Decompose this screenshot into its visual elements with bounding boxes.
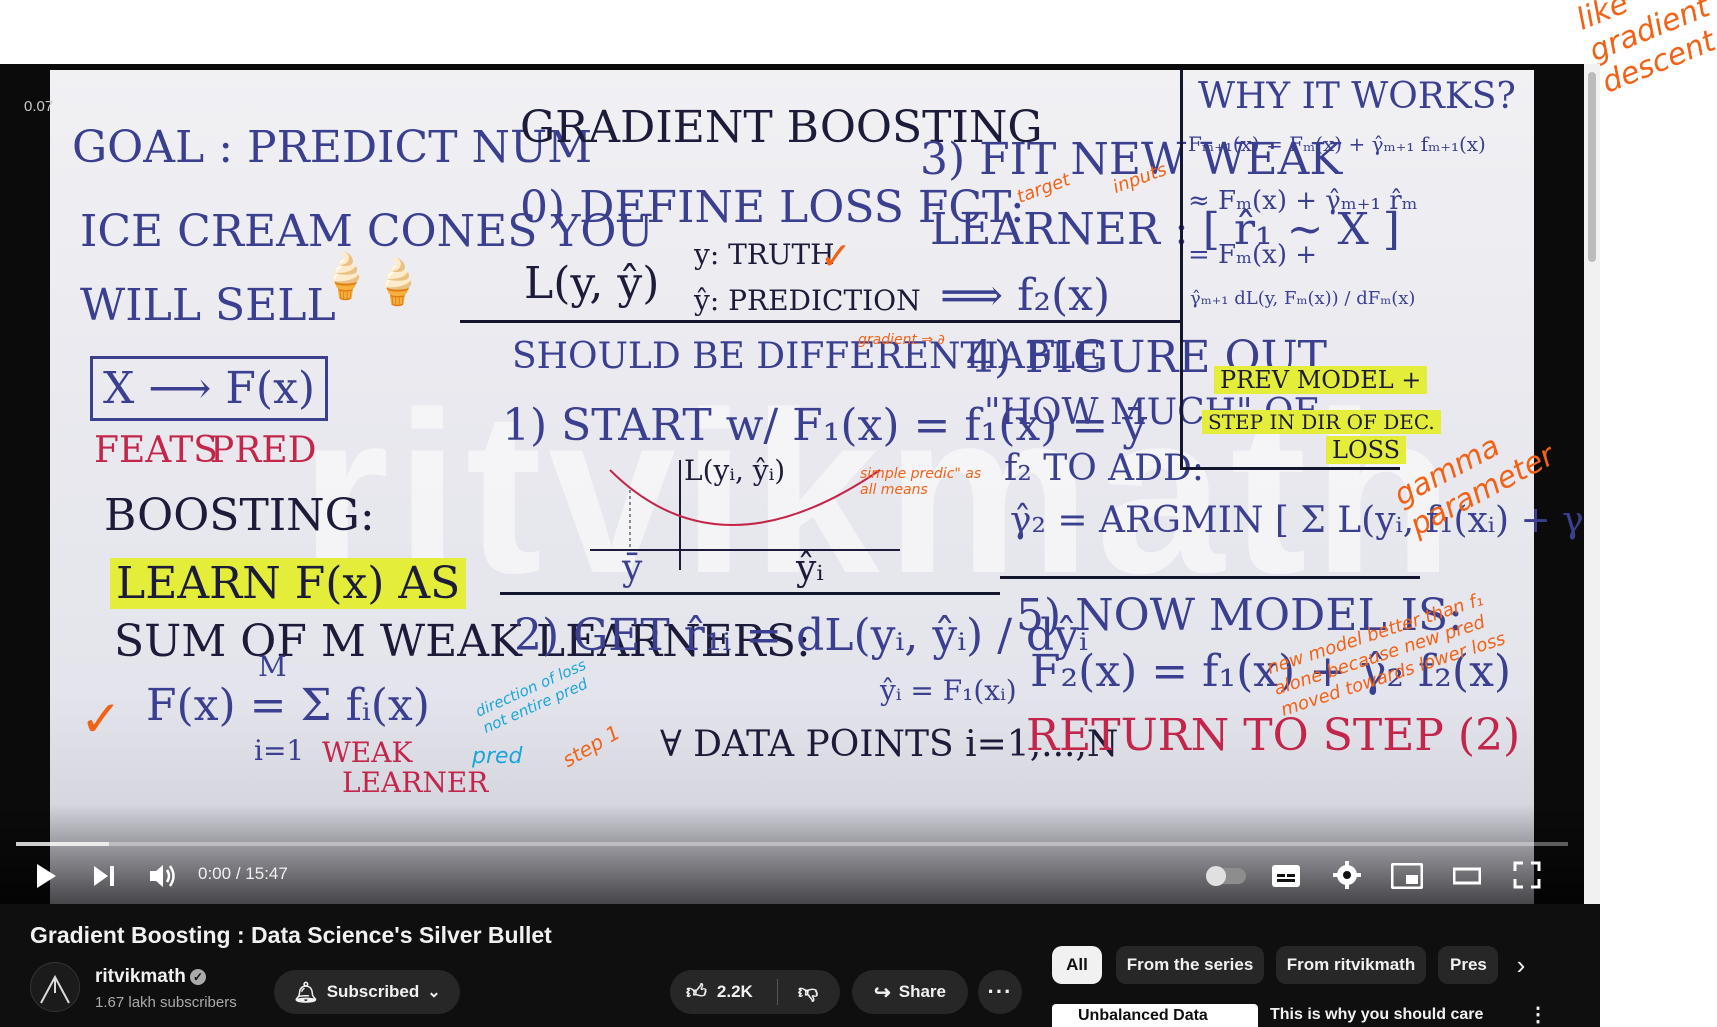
time-separator: / (235, 864, 241, 883)
wb-weak: WEAK (322, 736, 413, 769)
more-icon: ··· (987, 979, 1013, 1004)
check-mark-icon-2: ✓ (820, 234, 852, 278)
video-frame[interactable]: ritvikmath GOAL : PREDICT NUM ICE CREAM … (50, 70, 1584, 904)
ice-cream-icon-2: 🍦 (370, 258, 425, 307)
wb-sum-bottom: i=1 (254, 734, 305, 767)
video-player[interactable]: ritvikmath GOAL : PREDICT NUM ICE CREAM … (0, 64, 1584, 904)
wb-sum-top: M (258, 650, 287, 683)
wb-loss: L(y, ŷ) (524, 258, 660, 309)
channel-avatar[interactable] (30, 962, 80, 1012)
volume-icon[interactable] (146, 860, 178, 892)
wb-prev-model: PREV MODEL + (1214, 366, 1428, 394)
wb-step-dir: STEP IN DIR OF DEC. (1202, 410, 1441, 434)
chip-all[interactable]: All (1052, 946, 1102, 984)
wb-f2-add: f₂ TO ADD: (1004, 448, 1205, 489)
recommendation-thumbnail[interactable]: Unbalanced Data (1052, 1004, 1258, 1027)
bell-icon: 🔔︎ (293, 981, 319, 1004)
wb-step-note: step 1 (558, 720, 625, 772)
next-icon[interactable] (88, 860, 120, 892)
time-display: 0:00 / 15:47 (198, 864, 288, 884)
progress-buffered (16, 842, 110, 846)
wb-pred: PRED (210, 430, 317, 471)
share-icon: ↪ (873, 981, 891, 1004)
subscribed-button[interactable]: 🔔︎ Subscribed ⌄ (274, 970, 460, 1014)
subscriber-count: 1.67 lakh subscribers (95, 994, 237, 1011)
captions-icon[interactable] (1270, 860, 1302, 892)
wb-prediction: ŷ: PREDICTION (694, 284, 921, 317)
verified-icon: ✓ (190, 969, 206, 985)
dislike-button[interactable]: 👎︎ (798, 980, 818, 1004)
ice-cream-icon: 🍦 (318, 252, 373, 301)
fullscreen-icon[interactable] (1510, 858, 1544, 892)
like-button[interactable]: 👍︎ 2.2K (686, 980, 753, 1004)
chip-presentations[interactable]: Pres (1438, 946, 1498, 984)
corner-time: 0.07 (24, 98, 54, 115)
wb-gradient-note: gradient ⇒ ∂ (858, 332, 945, 348)
wb-learner: LEARNER (342, 766, 489, 799)
wb-goal: GOAL : PREDICT NUM (72, 122, 593, 173)
divider (1000, 576, 1420, 579)
check-mark-icon: ✓ (80, 690, 122, 748)
current-time: 0:00 (198, 864, 232, 883)
video-title: Gradient Boosting : Data Science's Silve… (30, 922, 552, 948)
chip-from-channel[interactable]: From ritvikmath (1276, 946, 1426, 984)
wb-feats: FEATS (94, 430, 218, 471)
wb-why-2: ≈ Fₘ(x) + γ̂ₘ₊₁ r̂ₘ (1188, 186, 1418, 216)
like-count: 2.2K (716, 982, 753, 1001)
play-icon[interactable] (30, 860, 62, 892)
wb-pred-note: pred (472, 744, 523, 769)
wb-argmin: γ̂₂ = ARGMIN [ Σ L(yᵢ, f₁(xᵢ) + γ f₂(xᵢ)… (1010, 500, 1584, 541)
wb-learn: LEARN F(x) AS (110, 558, 467, 609)
theater-mode-icon[interactable] (1450, 860, 1484, 892)
share-button[interactable]: ↪ Share (852, 970, 968, 1014)
chevron-right-icon[interactable]: › (1506, 950, 1536, 980)
like-dislike-group: 👍︎ 2.2K 👎︎ (670, 970, 840, 1014)
divider (500, 592, 1000, 595)
chevron-down-icon: ⌄ (427, 984, 441, 1001)
wb-why: WHY IT WORKS? (1198, 76, 1516, 117)
autoplay-toggle[interactable] (1204, 862, 1248, 890)
wb-f2: ⟹ f₂(x) (940, 270, 1111, 321)
divider (460, 320, 960, 323)
recommendation-menu-icon[interactable]: ⋮ (1528, 1002, 1548, 1027)
wb-truth: y: TRUTH (694, 238, 835, 271)
progress-bar[interactable] (16, 842, 1568, 846)
channel-name[interactable]: ritvikmath (95, 966, 186, 988)
wb-curve-label: L(yᵢ, ŷᵢ) (684, 454, 786, 487)
divider (910, 320, 1180, 323)
subscribed-label: Subscribed (326, 982, 420, 1001)
thumbs-up-icon: 👍︎ (686, 981, 707, 1003)
wb-formula: F(x) = Σ fᵢ(x) (146, 680, 430, 731)
share-label: Share (898, 982, 946, 1001)
duration: 15:47 (245, 864, 288, 883)
wb-why-1: Fₘ₊₁(x) = Fₘ(x) + γ̂ₘ₊₁ fₘ₊₁(x) (1188, 132, 1486, 156)
recommendation-thumb-text: Unbalanced Data (1078, 1007, 1208, 1024)
wb-ybar: ȳ (622, 548, 643, 589)
wb-simple-pred: simple predic" as all means (860, 466, 982, 498)
wb-mapping: X ⟶ F(x) (90, 356, 329, 421)
page-scrollbar[interactable] (1584, 64, 1600, 904)
thumbs-down-icon: 👎︎ (797, 981, 819, 1003)
top-margin (0, 0, 1717, 64)
wb-goal-3: WILL SELL (80, 280, 336, 331)
wb-why-3: = Fₘ(x) + (1188, 240, 1318, 270)
settings-icon[interactable] (1330, 858, 1364, 892)
miniplayer-icon[interactable] (1390, 860, 1424, 892)
wb-loss-word: LOSS (1326, 436, 1407, 464)
wb-yhat-i: ŷᵢ (796, 548, 824, 589)
like-divider (776, 979, 778, 1005)
wb-return: RETURN TO STEP (2) (1026, 710, 1521, 761)
wb-why-4: γ̂ₘ₊₁ dL(y, Fₘ(x)) / dFₘ(x) (1190, 288, 1416, 309)
wb-boosting: BOOSTING: (104, 490, 375, 541)
scrollbar-thumb[interactable] (1588, 72, 1596, 262)
more-actions-button[interactable]: ··· (978, 970, 1022, 1014)
recommendation-title[interactable]: This is why you should care (1270, 1006, 1483, 1024)
chip-from-series[interactable]: From the series (1116, 946, 1264, 984)
wb-eval-at: ŷᵢ = F₁(xᵢ) (880, 674, 1017, 707)
